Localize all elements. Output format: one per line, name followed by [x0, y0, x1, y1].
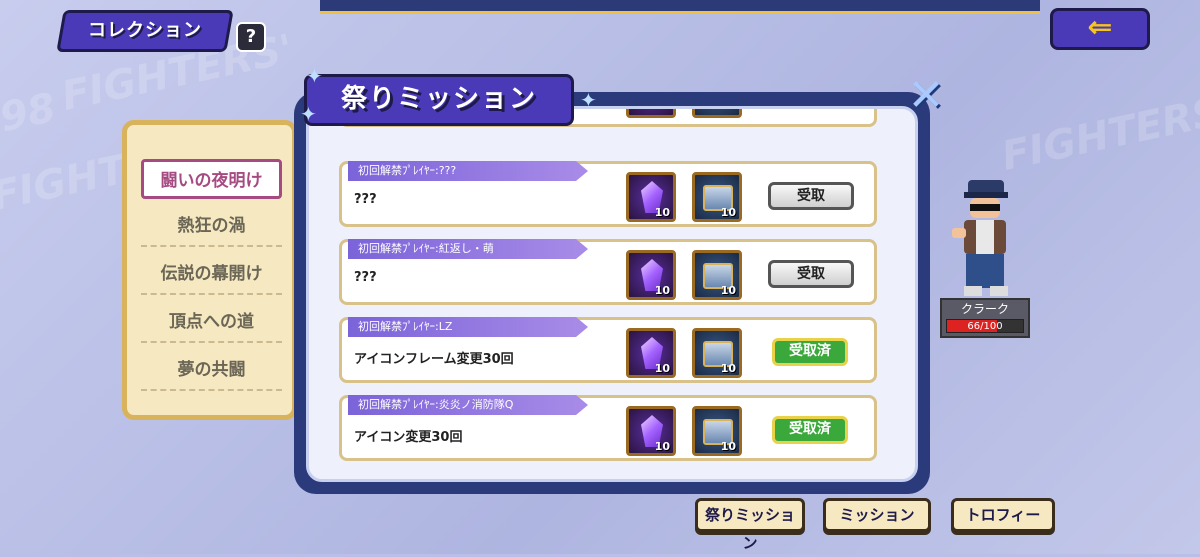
mission-row: 初回解禁ﾌﾟﾚｲﾔｰ:紅返し・萌 ??? 10 10 受取	[339, 239, 877, 305]
reward-qty: 10	[654, 362, 670, 375]
chapter-item-3[interactable]: 伝説の幕開け	[141, 255, 282, 295]
bg-watermark-text: 98	[0, 84, 60, 142]
chapter-item-5[interactable]: 夢の共闘	[141, 351, 282, 391]
collection-header: コレクション	[56, 10, 234, 52]
reward-box: 10	[692, 328, 742, 378]
reward-box: 10	[692, 250, 742, 300]
receive-button[interactable]: 受取	[768, 182, 854, 210]
character-name: クラーク	[960, 302, 1009, 316]
top-bar	[320, 0, 1040, 14]
tab-mission[interactable]: ミッション	[823, 498, 931, 532]
close-button[interactable]: ✕	[904, 74, 948, 120]
chapter-menu: 闘いの夜明け 熱狂の渦 伝説の幕開け 頂点への道 夢の共闘	[122, 120, 297, 420]
tab-festival-mission[interactable]: 祭りミッション	[695, 498, 805, 552]
bg-watermark-text: FIGHTERS'	[997, 86, 1200, 180]
help-button[interactable]: ?	[236, 22, 266, 52]
tab-trophy[interactable]: トロフィー	[951, 498, 1055, 532]
chapter-item-2[interactable]: 熱狂の渦	[141, 207, 282, 247]
character-panel: クラーク 66/100	[930, 170, 1040, 360]
sparkle-icon: ✦	[580, 88, 597, 112]
mission-row: 初回解禁ﾌﾟﾚｲﾔｰ:炎炎ノ消防隊Q アイコン変更30回 10 10 受取済	[339, 395, 877, 461]
reward-box	[692, 106, 742, 118]
reward-gem: 10	[626, 172, 676, 222]
reward-gem	[626, 106, 676, 118]
mission-label: 初回解禁ﾌﾟﾚｲﾔｰ:???	[348, 161, 588, 181]
mission-list[interactable]: ??? 初回解禁ﾌﾟﾚｲﾔｰ:??? ??? 10 10 受取 初回解禁ﾌﾟﾚｲ…	[306, 106, 918, 482]
chapter-item-4[interactable]: 頂点への道	[141, 303, 282, 343]
sparkle-icon: ✦	[300, 102, 317, 126]
character-nameplate: クラーク 66/100	[940, 298, 1030, 338]
receive-button[interactable]: 受取	[768, 260, 854, 288]
received-badge: 受取済	[772, 338, 848, 366]
back-button[interactable]: ⇐	[1050, 8, 1150, 50]
mission-row: 初回解禁ﾌﾟﾚｲﾔｰ:??? ??? 10 10 受取	[339, 161, 877, 227]
mission-row: 初回解禁ﾌﾟﾚｲﾔｰ:LZ アイコンフレーム変更30回 10 10 受取済	[339, 317, 877, 383]
gem-icon	[641, 106, 663, 109]
reward-gem: 10	[626, 328, 676, 378]
mission-label: 初回解禁ﾌﾟﾚｲﾔｰ:LZ	[348, 317, 588, 337]
reward-box: 10	[692, 406, 742, 456]
mission-dialog: 祭りミッション ??? 初回解禁ﾌﾟﾚｲﾔｰ:??? ??? 10 10 受取 …	[294, 74, 930, 494]
hp-text: 66/100	[967, 321, 1003, 332]
bottom-tabs: 祭りミッション ミッション トロフィー	[695, 498, 1065, 552]
dialog-title: 祭りミッション	[304, 74, 574, 126]
close-icon: ✕	[907, 70, 945, 121]
mission-desc: ???	[354, 192, 377, 207]
mission-label: 初回解禁ﾌﾟﾚｲﾔｰ:紅返し・萌	[348, 239, 588, 259]
mission-desc: アイコンフレーム変更30回	[354, 352, 514, 367]
reward-gem: 10	[626, 406, 676, 456]
reward-qty: 10	[654, 284, 670, 297]
reward-qty: 10	[654, 440, 670, 453]
reward-qty: 10	[720, 362, 736, 375]
sparkle-icon: ✦	[306, 64, 323, 88]
reward-gem: 10	[626, 250, 676, 300]
mission-desc: ???	[354, 270, 377, 285]
mission-desc: アイコン変更30回	[354, 430, 463, 445]
reward-qty: 10	[654, 206, 670, 219]
mission-label: 初回解禁ﾌﾟﾚｲﾔｰ:炎炎ノ消防隊Q	[348, 395, 588, 415]
collection-label: コレクション	[88, 20, 202, 41]
reward-qty: 10	[720, 284, 736, 297]
back-arrow-icon: ⇐	[1087, 10, 1113, 45]
chest-icon	[703, 106, 733, 107]
reward-qty: 10	[720, 440, 736, 453]
reward-box: 10	[692, 172, 742, 222]
reward-qty: 10	[720, 206, 736, 219]
chapter-item-1[interactable]: 闘いの夜明け	[141, 159, 282, 199]
hp-bar: 66/100	[946, 319, 1024, 333]
character-sprite	[952, 180, 1008, 296]
received-badge: 受取済	[772, 416, 848, 444]
